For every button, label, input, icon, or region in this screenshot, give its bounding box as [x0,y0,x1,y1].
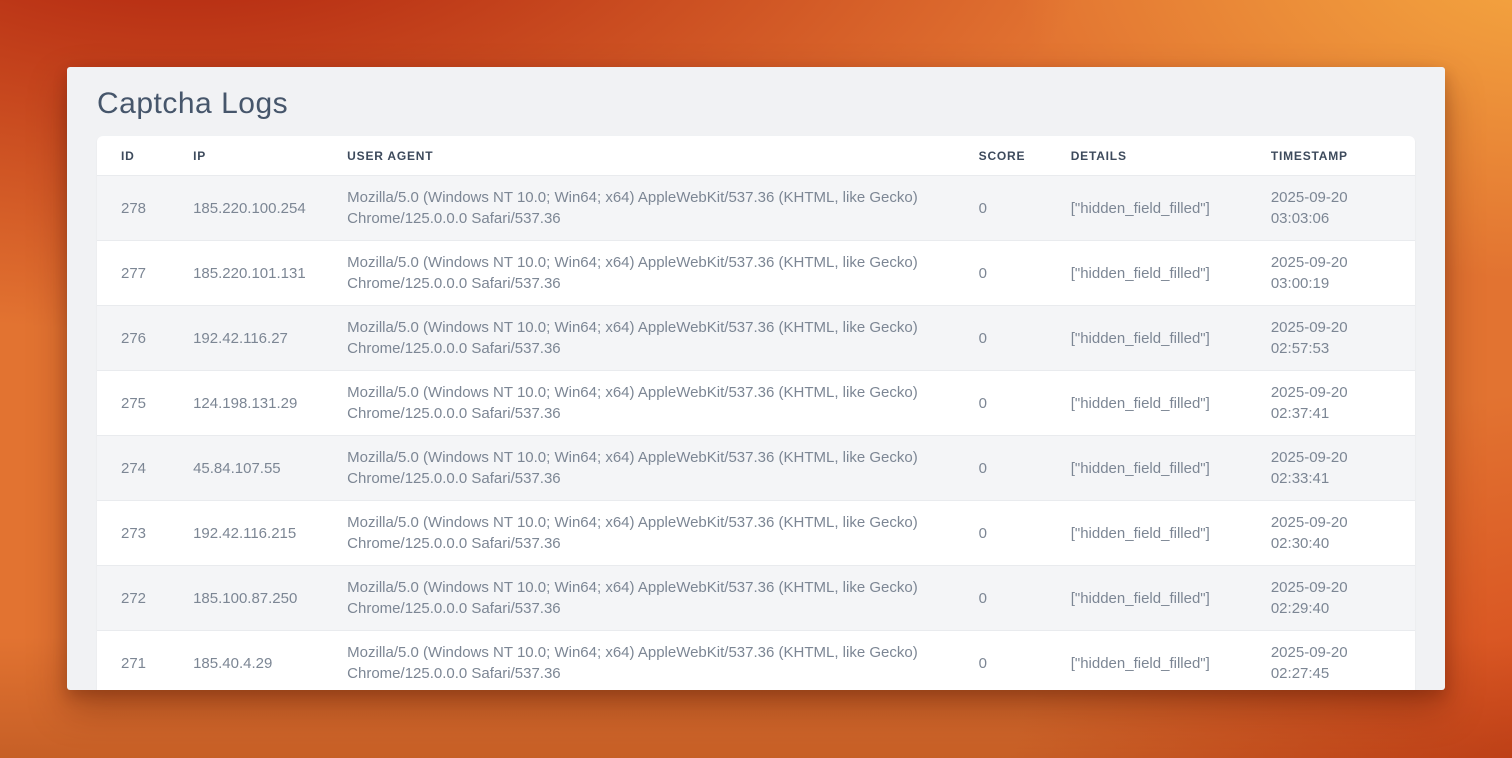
captcha-logs-table-panel: ID IP USER AGENT SCORE DETAILS TIMESTAMP… [97,136,1415,690]
table-header-row: ID IP USER AGENT SCORE DETAILS TIMESTAMP [97,136,1415,176]
column-header-id: ID [97,136,193,176]
cell-user-agent: Mozilla/5.0 (Windows NT 10.0; Win64; x64… [347,436,978,501]
page-title: Captcha Logs [97,85,1415,123]
cell-details: ["hidden_field_filled"] [1071,306,1271,371]
column-header-details: DETAILS [1071,136,1271,176]
column-header-ip: IP [193,136,347,176]
cell-id: 272 [97,566,193,631]
cell-score: 0 [979,371,1071,436]
table-row: 275 124.198.131.29 Mozilla/5.0 (Windows … [97,371,1415,436]
table-row: 271 185.40.4.29 Mozilla/5.0 (Windows NT … [97,631,1415,691]
table-row: 272 185.100.87.250 Mozilla/5.0 (Windows … [97,566,1415,631]
table-row: 276 192.42.116.27 Mozilla/5.0 (Windows N… [97,306,1415,371]
cell-id: 276 [97,306,193,371]
cell-id: 271 [97,631,193,691]
table-row: 273 192.42.116.215 Mozilla/5.0 (Windows … [97,501,1415,566]
cell-timestamp: 2025-09-20 02:33:41 [1271,436,1415,501]
cell-user-agent: Mozilla/5.0 (Windows NT 10.0; Win64; x64… [347,176,978,241]
cell-ip: 185.220.101.131 [193,241,347,306]
cell-timestamp: 2025-09-20 03:00:19 [1271,241,1415,306]
cell-user-agent: Mozilla/5.0 (Windows NT 10.0; Win64; x64… [347,241,978,306]
cell-ip: 185.220.100.254 [193,176,347,241]
cell-user-agent: Mozilla/5.0 (Windows NT 10.0; Win64; x64… [347,371,978,436]
cell-ip: 192.42.116.27 [193,306,347,371]
cell-timestamp: 2025-09-20 02:37:41 [1271,371,1415,436]
cell-user-agent: Mozilla/5.0 (Windows NT 10.0; Win64; x64… [347,566,978,631]
cell-id: 273 [97,501,193,566]
cell-score: 0 [979,566,1071,631]
cell-score: 0 [979,306,1071,371]
cell-user-agent: Mozilla/5.0 (Windows NT 10.0; Win64; x64… [347,631,978,691]
cell-id: 277 [97,241,193,306]
cell-timestamp: 2025-09-20 03:03:06 [1271,176,1415,241]
cell-score: 0 [979,176,1071,241]
column-header-score: SCORE [979,136,1071,176]
column-header-user-agent: USER AGENT [347,136,978,176]
cell-timestamp: 2025-09-20 02:57:53 [1271,306,1415,371]
cell-id: 274 [97,436,193,501]
cell-ip: 185.100.87.250 [193,566,347,631]
cell-user-agent: Mozilla/5.0 (Windows NT 10.0; Win64; x64… [347,501,978,566]
cell-details: ["hidden_field_filled"] [1071,371,1271,436]
cell-user-agent: Mozilla/5.0 (Windows NT 10.0; Win64; x64… [347,306,978,371]
cell-score: 0 [979,501,1071,566]
cell-ip: 185.40.4.29 [193,631,347,691]
table-row: 278 185.220.100.254 Mozilla/5.0 (Windows… [97,176,1415,241]
cell-details: ["hidden_field_filled"] [1071,176,1271,241]
cell-id: 278 [97,176,193,241]
cell-timestamp: 2025-09-20 02:30:40 [1271,501,1415,566]
cell-details: ["hidden_field_filled"] [1071,501,1271,566]
cell-score: 0 [979,241,1071,306]
cell-ip: 45.84.107.55 [193,436,347,501]
cell-details: ["hidden_field_filled"] [1071,631,1271,691]
table-row: 274 45.84.107.55 Mozilla/5.0 (Windows NT… [97,436,1415,501]
cell-details: ["hidden_field_filled"] [1071,436,1271,501]
captcha-logs-card: Captcha Logs ID IP USER AGENT SCORE DETA… [67,67,1445,690]
cell-ip: 192.42.116.215 [193,501,347,566]
table-row: 277 185.220.101.131 Mozilla/5.0 (Windows… [97,241,1415,306]
cell-score: 0 [979,631,1071,691]
captcha-logs-table: ID IP USER AGENT SCORE DETAILS TIMESTAMP… [97,136,1415,690]
cell-timestamp: 2025-09-20 02:29:40 [1271,566,1415,631]
column-header-timestamp: TIMESTAMP [1271,136,1415,176]
cell-ip: 124.198.131.29 [193,371,347,436]
cell-timestamp: 2025-09-20 02:27:45 [1271,631,1415,691]
cell-details: ["hidden_field_filled"] [1071,566,1271,631]
cell-id: 275 [97,371,193,436]
cell-score: 0 [979,436,1071,501]
cell-details: ["hidden_field_filled"] [1071,241,1271,306]
